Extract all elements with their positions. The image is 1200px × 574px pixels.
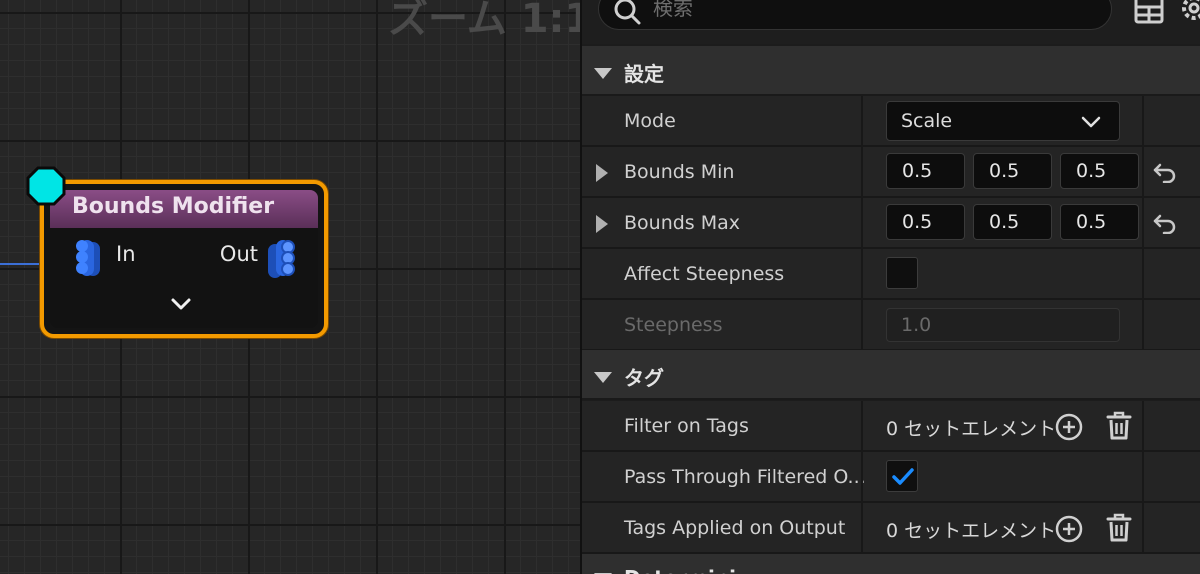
column-divider <box>1142 96 1144 147</box>
collapse-triangle-icon <box>594 570 612 574</box>
search-box[interactable] <box>598 0 1112 30</box>
search-input[interactable] <box>653 0 1073 23</box>
reset-to-default-icon[interactable] <box>1152 161 1178 187</box>
field-value: 0.5 <box>989 160 1020 182</box>
column-divider <box>1142 198 1144 249</box>
input-wire <box>0 263 44 265</box>
section-title: タグ <box>624 366 664 390</box>
details-toolbar <box>582 0 1200 44</box>
details-panel: 設定 Mode Scale Bounds Min 0.5 0.5 0.5 <box>580 0 1200 574</box>
mode-value: Scale <box>901 110 953 132</box>
field-value: 0.5 <box>1076 160 1107 182</box>
property-label: Pass Through Filtered O... <box>624 466 866 488</box>
column-divider <box>861 300 863 351</box>
expand-triangle-icon[interactable] <box>596 215 608 237</box>
section-tags[interactable]: タグ <box>582 350 1200 400</box>
mode-dropdown[interactable]: Scale <box>886 101 1120 141</box>
gear-icon[interactable] <box>1180 0 1200 28</box>
zoom-level-label: ズーム 1:1 <box>388 0 580 42</box>
property-label: Steepness <box>624 314 723 336</box>
collapse-triangle-icon <box>594 65 612 84</box>
property-label: Mode <box>624 110 676 132</box>
expand-triangle-icon[interactable] <box>596 164 608 186</box>
property-label: Filter on Tags <box>624 415 749 437</box>
input-pin-label: In <box>116 242 136 266</box>
column-divider <box>861 198 863 249</box>
field-value: 0.5 <box>989 211 1020 233</box>
search-icon <box>613 0 641 29</box>
field-value: 0.5 <box>902 211 933 233</box>
add-element-icon[interactable] <box>1054 412 1084 446</box>
section-title: Determini... <box>624 566 759 574</box>
field-value: 1.0 <box>901 314 932 336</box>
column-divider <box>1142 452 1144 503</box>
field-value: 0.5 <box>1076 211 1107 233</box>
property-row-pass-through: Pass Through Filtered O... <box>582 452 1200 503</box>
property-label: Tags Applied on Output <box>624 517 846 539</box>
node-pin-row: In Out <box>50 228 318 288</box>
bounds-max-x-field[interactable]: 0.5 <box>886 204 965 240</box>
affect-steepness-checkbox[interactable] <box>886 257 918 289</box>
bounds-max-z-field[interactable]: 0.5 <box>1060 204 1139 240</box>
field-value: 0.5 <box>902 160 933 182</box>
collapse-triangle-icon <box>594 369 612 388</box>
output-pin-icon[interactable] <box>264 238 300 284</box>
trash-icon[interactable] <box>1105 513 1133 547</box>
column-divider <box>1142 401 1144 452</box>
bounds-min-z-field[interactable]: 0.5 <box>1060 153 1139 189</box>
node-title: Bounds Modifier <box>50 190 318 228</box>
bounds-min-x-field[interactable]: 0.5 <box>886 153 965 189</box>
column-divider <box>861 96 863 147</box>
property-row-tags-applied: Tags Applied on Output 0 セットエレメント <box>582 503 1200 554</box>
section-title: 設定 <box>624 62 664 86</box>
property-row-bounds-min: Bounds Min 0.5 0.5 0.5 <box>582 147 1200 198</box>
section-next[interactable]: Determini... <box>582 554 1200 574</box>
set-element-count: 0 セットエレメント <box>886 418 1057 440</box>
bounds-min-y-field[interactable]: 0.5 <box>973 153 1052 189</box>
bounds-modifier-node[interactable]: Bounds Modifier In Out <box>40 180 328 338</box>
property-row-bounds-max: Bounds Max 0.5 0.5 0.5 <box>582 198 1200 249</box>
property-row-steepness: Steepness 1.0 <box>582 300 1200 351</box>
chevron-down-icon <box>1081 114 1101 133</box>
add-element-icon[interactable] <box>1054 514 1084 548</box>
graph-editor[interactable]: ズーム 1:1 Bounds Modifier In Out <box>0 0 580 574</box>
pass-through-checkbox[interactable] <box>886 460 918 492</box>
property-label: Bounds Min <box>624 161 735 183</box>
table-view-icon[interactable] <box>1134 0 1164 28</box>
trash-icon[interactable] <box>1105 411 1133 445</box>
reset-to-default-icon[interactable] <box>1152 212 1178 238</box>
set-element-count: 0 セットエレメント <box>886 520 1057 542</box>
checkmark-icon <box>892 468 914 485</box>
property-label: Affect Steepness <box>624 263 785 285</box>
column-divider <box>861 249 863 300</box>
column-divider <box>861 452 863 503</box>
column-divider <box>1142 147 1144 198</box>
expand-chevron-icon[interactable] <box>170 296 192 315</box>
input-pin-icon[interactable] <box>72 238 108 284</box>
bounds-max-y-field[interactable]: 0.5 <box>973 204 1052 240</box>
property-label: Bounds Max <box>624 212 741 234</box>
column-divider <box>1142 249 1144 300</box>
column-divider <box>861 401 863 452</box>
execution-pin-icon[interactable] <box>26 166 66 210</box>
column-divider <box>861 147 863 198</box>
column-divider <box>861 503 863 554</box>
property-row-affect-steepness: Affect Steepness <box>582 249 1200 300</box>
output-pin-label: Out <box>219 242 258 266</box>
steepness-field[interactable]: 1.0 <box>886 308 1120 342</box>
property-row-mode: Mode Scale <box>582 96 1200 147</box>
column-divider <box>1142 503 1144 554</box>
property-row-filter-on-tags: Filter on Tags 0 セットエレメント <box>582 401 1200 452</box>
section-settings[interactable]: 設定 <box>582 46 1200 96</box>
column-divider <box>1142 300 1144 351</box>
